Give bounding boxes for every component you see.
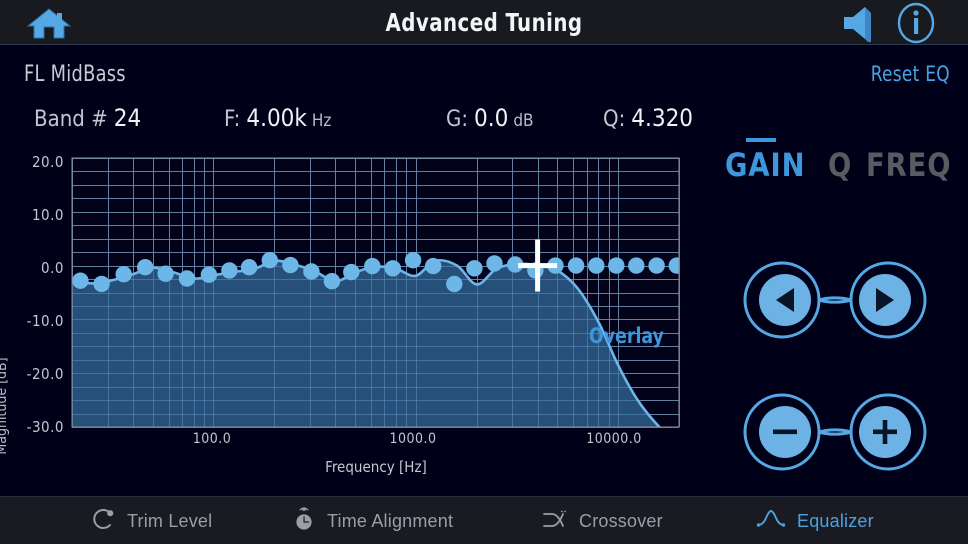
eq-peak-icon [756, 509, 786, 534]
advanced-tuning-screen: Advanced Tuning FL MidBass Reset EQ Band… [0, 0, 968, 544]
band-point[interactable] [608, 257, 625, 274]
nav-item-crossover[interactable]: Crossover [542, 497, 663, 544]
param-band-value: 24 [113, 104, 142, 132]
overlay-label[interactable]: Overlay [589, 324, 664, 348]
nav-label-crossover: Crossover [579, 510, 663, 531]
bottom-navbar: Trim Level Time Alignment Crossover Equa… [0, 496, 968, 544]
mode-button-q[interactable]: Q [828, 146, 852, 184]
adjust-pad[interactable] [740, 390, 930, 474]
nav-item-equalizer[interactable]: Equalizer [756, 497, 874, 544]
band-point[interactable] [588, 257, 605, 274]
nav-item-time-alignment[interactable]: Time Alignment [292, 497, 453, 544]
param-gain: G: 0.0 dB [446, 104, 534, 132]
navigation-pad[interactable] [740, 258, 930, 342]
param-frequency: F: 4.00k Hz [224, 104, 331, 132]
eq-response-chart[interactable]: Magnitude [dB] 20.0 10.0 0.0 -10.0 -20.0… [0, 148, 700, 488]
band-point[interactable] [384, 260, 401, 277]
reset-eq-button[interactable]: Reset EQ [871, 62, 950, 86]
param-band: Band #24 [34, 104, 141, 132]
band-point[interactable] [323, 273, 341, 290]
minus-icon [773, 429, 797, 435]
mode-button-gain[interactable]: GAIN [725, 146, 805, 184]
channel-label: FL MidBass [24, 62, 126, 87]
band-point[interactable] [93, 275, 110, 293]
band-point[interactable] [178, 270, 196, 287]
band-point[interactable] [115, 266, 132, 283]
mode-active-marker [746, 138, 776, 142]
page-title: Advanced Tuning [385, 8, 583, 37]
band-point[interactable] [425, 257, 442, 275]
band-point[interactable] [486, 255, 503, 272]
nav-label-time-alignment: Time Alignment [327, 510, 454, 531]
param-frequency-unit: Hz [311, 111, 332, 131]
x-axis-label: Frequency [Hz] [325, 458, 427, 476]
plot-canvas[interactable] [0, 148, 700, 448]
band-point[interactable] [261, 252, 278, 269]
band-point[interactable] [668, 257, 685, 274]
speaker-mute-icon[interactable] [838, 4, 884, 45]
band-point[interactable] [72, 272, 89, 289]
band-point[interactable] [303, 263, 320, 280]
band-point[interactable] [157, 265, 174, 282]
param-q-key: Q: [603, 107, 626, 132]
param-gain-key: G: [446, 107, 469, 132]
band-point[interactable] [137, 259, 154, 276]
crossover-icon [542, 508, 568, 535]
knob-icon [92, 507, 116, 536]
band-point[interactable] [404, 252, 422, 269]
band-point[interactable] [200, 266, 218, 283]
stopwatch-icon [292, 506, 316, 537]
band-point[interactable] [240, 259, 258, 276]
param-q-value: 4.320 [631, 104, 694, 132]
info-icon[interactable] [892, 2, 940, 44]
app-header: Advanced Tuning [0, 0, 968, 45]
nav-item-trim-level[interactable]: Trim Level [92, 497, 212, 544]
nav-label-equalizer: Equalizer [797, 510, 874, 531]
mode-button-freq[interactable]: FREQ [866, 146, 951, 184]
band-point[interactable] [446, 275, 463, 293]
band-point[interactable] [343, 263, 360, 281]
param-band-key: Band # [34, 107, 108, 132]
band-point[interactable] [466, 260, 483, 277]
param-frequency-key: F: [224, 107, 241, 132]
parameter-row: Band #24 F: 4.00k Hz G: 0.0 dB Q: 4.320 [0, 104, 700, 138]
nav-label-trim-level: Trim Level [127, 510, 213, 531]
band-point[interactable] [221, 262, 238, 279]
param-frequency-value: 4.00k [246, 104, 307, 132]
band-point[interactable] [364, 257, 381, 275]
band-point[interactable] [282, 256, 299, 274]
param-gain-unit: dB [513, 111, 534, 131]
param-q: Q: 4.320 [603, 104, 693, 132]
mode-selector: GAIN Q FREQ [718, 138, 968, 194]
band-point[interactable] [567, 257, 585, 274]
band-point[interactable] [628, 257, 645, 274]
param-gain-value: 0.0 [474, 104, 509, 132]
band-point[interactable] [648, 257, 665, 274]
